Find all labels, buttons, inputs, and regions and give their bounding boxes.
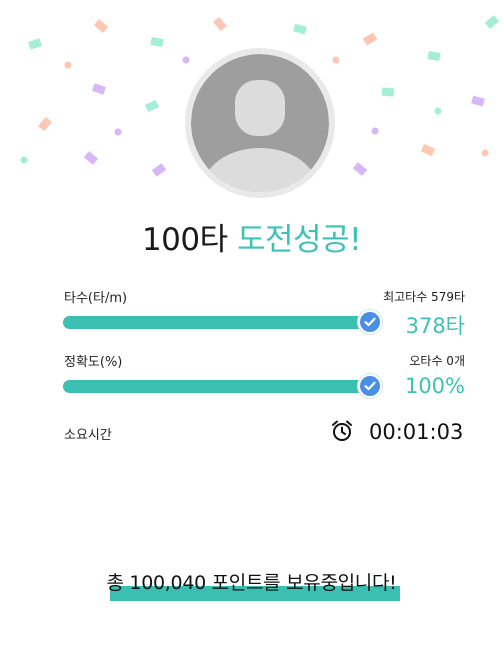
accuracy-progress-fill [63,380,365,393]
elapsed-time-label: 소요시간 [64,428,112,443]
check-icon [358,374,382,398]
alarm-clock-icon [330,419,354,447]
accuracy-label: 정확도(%) [64,355,123,370]
speed-label: 타수(타/m) [64,291,128,306]
result-headline: 100타 도전성공! [0,219,503,261]
default-avatar-icon [191,54,329,192]
check-icon [358,310,382,334]
headline-count: 100타 [141,222,228,258]
elapsed-time-value: 00:01:03 [369,420,464,444]
typo-count-text: 오타수 0개 [409,354,465,368]
profile-avatar [185,48,335,198]
accuracy-value: 100% [404,374,465,398]
speed-progress-bar [63,310,382,334]
speed-value: 378타 [405,314,465,338]
speed-progress-fill [63,316,365,329]
accuracy-progress-bar [63,374,382,398]
best-speed-text: 최고타수 579타 [383,290,465,304]
points-message: 총 100,040 포인트를 보유중입니다! [106,572,397,594]
headline-status: 도전성공! [237,222,362,258]
